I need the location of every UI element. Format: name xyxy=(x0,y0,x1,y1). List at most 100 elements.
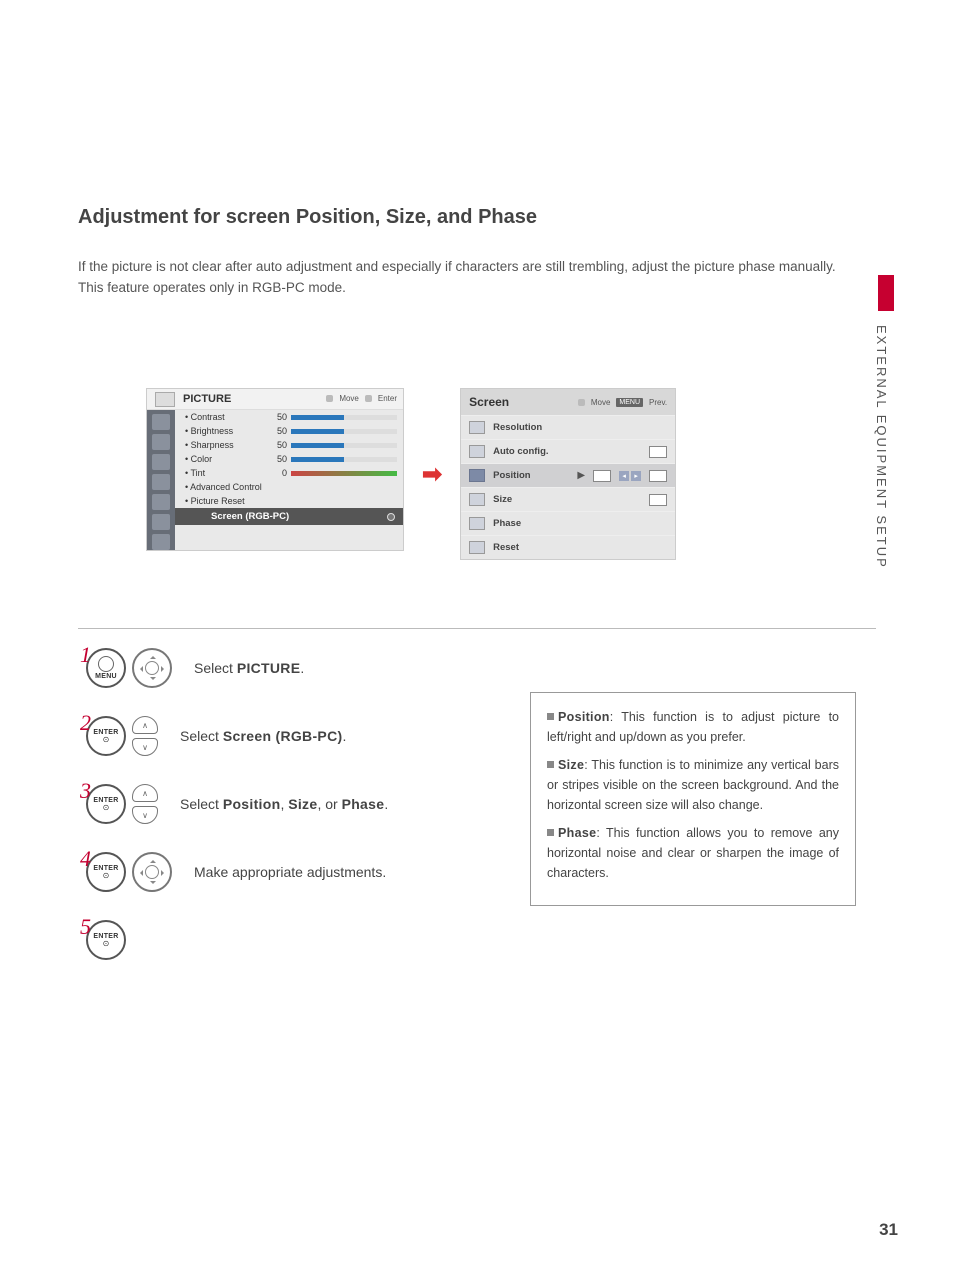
step-number: 1 xyxy=(80,642,91,668)
dpad-icon xyxy=(132,852,172,892)
osd-label: • Advanced Control xyxy=(185,482,262,492)
enter-button-icon: ENTER ⊙ xyxy=(86,852,126,892)
menu-badge: MENU xyxy=(616,398,643,407)
intro-text-2: This feature operates only in RGB-PC mod… xyxy=(78,278,878,299)
osd-value: 0 xyxy=(267,468,287,478)
intro-text-1: If the picture is not clear after auto a… xyxy=(78,257,878,278)
category-icon xyxy=(152,494,170,510)
osd-picture-title-text: PICTURE xyxy=(183,393,231,405)
step-text: Select Position, Size, or Phase. xyxy=(180,796,388,812)
osd-picture-menu: PICTURE Move Enter • Contrast xyxy=(146,388,404,551)
category-icon xyxy=(152,534,170,550)
step-2: 2 ENTER ⊙ ∧∨ Select Screen (RGB-PC). xyxy=(78,716,518,756)
preview-icon xyxy=(593,470,611,482)
nav-icon xyxy=(578,399,585,406)
section-tab xyxy=(878,275,894,311)
section-divider xyxy=(78,628,876,629)
phase-icon xyxy=(469,517,485,530)
enter-button-icon: ENTER ⊙ xyxy=(86,716,126,756)
hint-move: Move xyxy=(591,398,611,407)
page-title: Adjustment for screen Position, Size, an… xyxy=(78,206,878,229)
step-text: Select PICTURE. xyxy=(194,660,304,676)
screen-label: Size xyxy=(493,494,641,505)
osd-label: • Sharpness xyxy=(185,440,267,450)
section-label: EXTERNAL EQUIPMENT SETUP xyxy=(874,325,889,569)
osd-label: • Picture Reset xyxy=(185,496,245,506)
play-icon: ▶ xyxy=(577,470,585,481)
info-size: Size: This function is to minimize any v… xyxy=(547,755,839,815)
enter-button-icon: ENTER ⊙ xyxy=(86,784,126,824)
screen-item-position: Position ▶ ◂▸ xyxy=(461,463,675,487)
osd-selected-label: Screen (RGB-PC) xyxy=(211,511,289,522)
screen-label: Resolution xyxy=(493,422,667,433)
info-box: Position: This function is to adjust pic… xyxy=(530,692,856,906)
preview-icon xyxy=(649,494,667,506)
step-number: 3 xyxy=(80,778,91,804)
step-4: 4 ENTER ⊙ Make appropriate adjustments. xyxy=(78,852,518,892)
info-phase: Phase: This function allows you to remov… xyxy=(547,823,839,883)
osd-category-rail xyxy=(147,410,175,550)
hint-move: Move xyxy=(339,394,359,403)
position-control-icon: ◂▸ xyxy=(619,471,641,481)
step-number: 4 xyxy=(80,846,91,872)
side-rail: EXTERNAL EQUIPMENT SETUP xyxy=(874,275,898,569)
osd-picture-title: PICTURE Move Enter xyxy=(147,389,403,410)
osd-value: 50 xyxy=(267,426,287,436)
osd-screen-menu: Screen Move MENU Prev. Resolution Auto c… xyxy=(460,388,676,560)
bullet-icon xyxy=(547,713,554,720)
step-text: Make appropriate adjustments. xyxy=(194,864,386,880)
osd-row-sharpness: • Sharpness 50 xyxy=(175,438,403,452)
page-number: 31 xyxy=(879,1220,898,1240)
step-1: 1 MENU Select PICTURE. xyxy=(78,648,518,688)
step-5: 5 ENTER ⊙ xyxy=(78,920,518,960)
screen-item-reset: Reset xyxy=(461,535,675,559)
updown-icon: ∧∨ xyxy=(132,784,158,824)
osd-row-screen-rgbpc: Screen (RGB-PC) xyxy=(175,508,403,525)
screen-item-auto-config: Auto config. xyxy=(461,439,675,463)
position-icon xyxy=(469,469,485,482)
osd-label: • Color xyxy=(185,454,267,464)
bullet-icon xyxy=(547,829,554,836)
preview-icon xyxy=(649,446,667,458)
bullet-icon xyxy=(547,761,554,768)
osd-screen-title: Screen xyxy=(469,395,509,409)
osd-row-brightness: • Brightness 50 xyxy=(175,424,403,438)
osd-row-advanced: • Advanced Control xyxy=(175,480,403,494)
step-number: 2 xyxy=(80,710,91,736)
hint-enter: Enter xyxy=(378,394,397,403)
screen-label: Auto config. xyxy=(493,446,641,457)
osd-label: • Tint xyxy=(185,468,267,478)
category-icon xyxy=(152,434,170,450)
screen-item-resolution: Resolution xyxy=(461,415,675,439)
category-icon xyxy=(152,414,170,430)
screen-item-size: Size xyxy=(461,487,675,511)
preview-icon xyxy=(649,470,667,482)
menu-button-icon: MENU xyxy=(86,648,126,688)
button-label: MENU xyxy=(95,673,117,680)
osd-row-contrast: • Contrast 50 xyxy=(175,410,403,424)
step-3: 3 ENTER ⊙ ∧∨ Select Position, Size, or P… xyxy=(78,784,518,824)
enter-dot-icon xyxy=(387,513,395,521)
screen-label: Reset xyxy=(493,542,667,553)
resolution-icon xyxy=(469,421,485,434)
osd-row-tint: • Tint 0 xyxy=(175,466,403,480)
reset-icon xyxy=(469,541,485,554)
steps-list: 1 MENU Select PICTURE. 2 ENTER ⊙ ∧∨ Sele… xyxy=(78,648,518,988)
screen-label: Position xyxy=(493,470,569,481)
osd-value: 50 xyxy=(267,454,287,464)
hint-prev: Prev. xyxy=(649,398,667,407)
enter-icon xyxy=(365,395,372,402)
dpad-icon xyxy=(132,648,172,688)
osd-row-color: • Color 50 xyxy=(175,452,403,466)
arrow-right-icon: ➡ xyxy=(422,460,442,489)
category-icon xyxy=(152,474,170,490)
category-icon xyxy=(152,454,170,470)
screen-label: Phase xyxy=(493,518,667,529)
osd-row-picture-reset: • Picture Reset xyxy=(175,494,403,508)
nav-icon xyxy=(326,395,333,402)
category-icon xyxy=(152,514,170,530)
osd-label: • Brightness xyxy=(185,426,267,436)
osd-label: • Contrast xyxy=(185,412,267,422)
enter-button-icon: ENTER ⊙ xyxy=(86,920,126,960)
screen-item-phase: Phase xyxy=(461,511,675,535)
